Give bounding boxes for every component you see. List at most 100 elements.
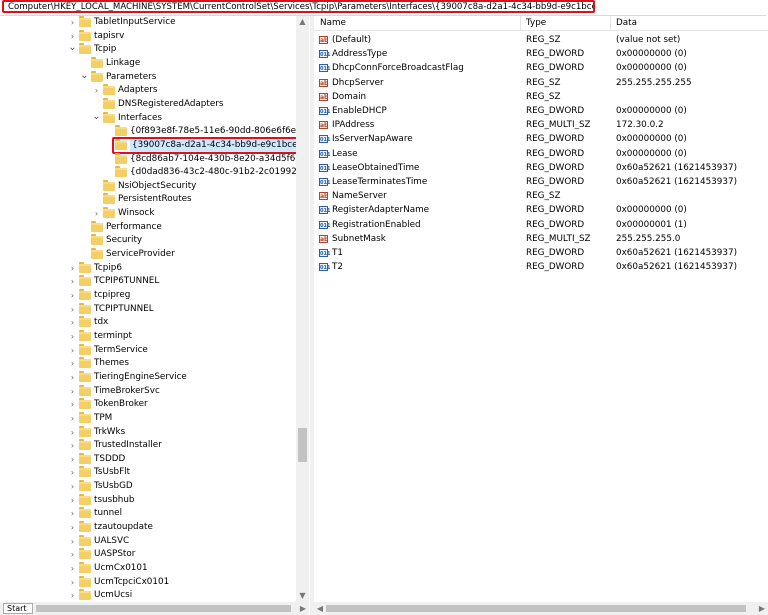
value-name[interactable]: T1 (332, 246, 343, 260)
tree-node-label[interactable]: PersistentRoutes (118, 193, 192, 206)
tree-node-label[interactable]: TCPIP6TUNNEL (94, 275, 159, 288)
tree-node-label[interactable]: TPM (94, 412, 112, 425)
value-row[interactable]: 011 LeaseTerminatesTime REG_DWORD 0x60a5262… (314, 175, 768, 189)
tree-node[interactable]: Linkage (0, 56, 296, 70)
chevron-right-icon[interactable]: › (68, 30, 77, 43)
tree-node[interactable]: › tsusbhub (0, 493, 296, 507)
chevron-right-icon[interactable]: › (68, 466, 77, 479)
chevron-right-icon[interactable]: › (68, 589, 77, 602)
value-row[interactable]: 011 RegistrationEnabled REG_DWORD 0x0000000… (314, 218, 768, 232)
tree-node[interactable]: › TrkWks (0, 425, 296, 439)
tree-node-label[interactable]: DNSRegisteredAdapters (118, 98, 223, 111)
tree-node-label[interactable]: tdx (94, 316, 108, 329)
chevron-right-icon[interactable]: › (68, 344, 77, 357)
tree-node-label[interactable]: Interfaces (118, 112, 162, 125)
tree-node-label[interactable]: TieringEngineService (94, 371, 187, 384)
tree-node[interactable]: › TCPIPTUNNEL (0, 302, 296, 316)
tree-node[interactable]: › TokenBroker (0, 398, 296, 411)
chevron-right-icon[interactable]: › (68, 262, 77, 275)
tree-node-label[interactable]: TSDDD (94, 453, 125, 466)
tree-node[interactable]: › Adapters (0, 84, 296, 97)
tree-node-label[interactable]: UcmTcpciCx0101 (94, 576, 169, 589)
tree-node-label[interactable]: Themes (94, 357, 129, 370)
chevron-right-icon[interactable]: › (68, 521, 77, 534)
chevron-down-icon[interactable]: ⌄ (92, 111, 101, 125)
chevron-right-icon[interactable]: › (68, 16, 77, 29)
column-header-data[interactable]: Data (610, 16, 637, 30)
chevron-right-icon[interactable]: › (68, 426, 77, 439)
value-name[interactable]: IPAddress (332, 118, 374, 132)
tree-node-label[interactable]: NsiObjectSecurity (118, 180, 196, 193)
column-header-type[interactable]: Type (520, 16, 546, 30)
chevron-right-icon[interactable]: › (68, 275, 77, 288)
scroll-thumb[interactable] (36, 605, 291, 612)
tree-node[interactable]: Performance (0, 220, 296, 234)
tree-node[interactable]: › UASPStor (0, 548, 296, 561)
scroll-down-arrow-icon[interactable]: ▼ (296, 590, 309, 602)
tree-node[interactable]: › TabletInputService (0, 16, 296, 29)
tree-node-label[interactable]: tunnel (94, 507, 122, 520)
value-row[interactable]: 011 AddressType REG_DWORD 0x00000000 (0) (314, 47, 768, 61)
tree-node[interactable]: › TrustedInstaller (0, 439, 296, 452)
tree-node-label[interactable]: Tcpip (94, 43, 116, 56)
tree-node-label[interactable]: TrkWks (94, 426, 125, 439)
tree-node[interactable]: › Winsock (0, 207, 296, 220)
tree-node[interactable]: › Tcpip6 (0, 261, 296, 275)
chevron-right-icon[interactable]: › (68, 412, 77, 425)
value-name[interactable]: IsServerNapAware (332, 132, 413, 146)
tree-node-label[interactable]: {39007c8a-d2a1-4c34-bb9d-e9c1bce829b3} (130, 138, 309, 152)
chevron-down-icon[interactable]: ⌄ (80, 70, 89, 84)
tree-node[interactable]: › UcmTcpciCx0101 (0, 575, 296, 589)
tree-node[interactable]: › tzautoupdate (0, 521, 296, 534)
tree-node-label[interactable]: {8cd86ab7-104e-430b-8e20-a34d5f694767} (130, 153, 309, 166)
value-row[interactable]: 011 IsServerNapAware REG_DWORD 0x00000000 (… (314, 132, 768, 146)
tree-node[interactable]: › TieringEngineService (0, 370, 296, 384)
value-name[interactable]: DhcpServer (332, 76, 384, 90)
value-row[interactable]: ab IPAddress REG_MULTI_SZ 172.30.0.2 (314, 118, 768, 132)
chevron-right-icon[interactable]: › (92, 207, 101, 220)
chevron-right-icon[interactable]: › (68, 398, 77, 411)
scroll-right-arrow-icon[interactable]: ▶ (756, 602, 768, 615)
tree-node-label[interactable]: TabletInputService (94, 16, 176, 29)
tree-node[interactable]: › tapisrv (0, 29, 296, 43)
value-name[interactable]: (Default) (332, 33, 371, 47)
chevron-right-icon[interactable]: › (68, 548, 77, 561)
chevron-right-icon[interactable]: › (68, 562, 77, 575)
scroll-right-arrow-icon[interactable]: ▶ (297, 602, 309, 615)
tree-node[interactable]: › tdx (0, 316, 296, 329)
value-row[interactable]: 011 T2 REG_DWORD 0x60a52621 (1621453937) (314, 260, 768, 274)
tree-node-label[interactable]: Security (106, 234, 142, 247)
tree-node[interactable]: › UcmUcsi (0, 589, 296, 602)
tree-node-label[interactable]: terminpt (94, 330, 132, 343)
tree-node[interactable]: PersistentRoutes (0, 193, 296, 206)
chevron-right-icon[interactable]: › (68, 357, 77, 370)
values-pane[interactable]: Name Type Data ab (Default) REG_SZ (value n… (314, 16, 768, 602)
chevron-right-icon[interactable]: › (68, 453, 77, 466)
chevron-right-icon[interactable]: › (68, 330, 77, 343)
tree-node[interactable]: {d0dad836-43c2-480c-91b2-2c01992f1044} (0, 166, 309, 179)
tree-node[interactable]: › tunnel (0, 507, 296, 520)
chevron-right-icon[interactable]: › (68, 576, 77, 589)
tree-node-label[interactable]: TsUsbFlt (94, 466, 130, 479)
chevron-right-icon[interactable]: › (68, 316, 77, 329)
address-path[interactable]: Computer\HKEY_LOCAL_MACHINE\SYSTEM\Curre… (2, 0, 595, 13)
tree-node-label[interactable]: UcmUcsi (94, 589, 132, 602)
value-row[interactable]: 011 T1 REG_DWORD 0x60a52621 (1621453937) (314, 246, 768, 260)
chevron-right-icon[interactable]: › (92, 84, 101, 97)
scroll-up-arrow-icon[interactable]: ▲ (296, 16, 309, 28)
value-name[interactable]: LeaseObtainedTime (332, 161, 419, 175)
tree-node[interactable]: › UALSVC (0, 534, 296, 548)
value-name[interactable]: AddressType (332, 47, 387, 61)
value-name[interactable]: LeaseTerminatesTime (332, 175, 427, 189)
tree-node[interactable]: › TsUsbFlt (0, 466, 296, 479)
registry-tree[interactable]: › TabletInputService › tapisrv ⌄ Tcpip Linkage… (0, 16, 309, 602)
chevron-right-icon[interactable]: › (68, 289, 77, 302)
tree-node[interactable]: ServiceProvider (0, 248, 296, 261)
tree-node[interactable]: › Themes (0, 357, 296, 370)
tree-node[interactable]: {39007c8a-d2a1-4c34-bb9d-e9c1bce829b3} (0, 136, 309, 154)
tree-node-label[interactable]: UASPStor (94, 548, 135, 561)
tree-node[interactable]: ⌄ Parameters (0, 70, 296, 84)
value-name[interactable]: RegisterAdapterName (332, 203, 429, 217)
address-bar[interactable]: Computer\HKEY_LOCAL_MACHINE\SYSTEM\Curre… (0, 0, 766, 16)
value-row[interactable]: ab (Default) REG_SZ (value not set) (314, 33, 768, 47)
